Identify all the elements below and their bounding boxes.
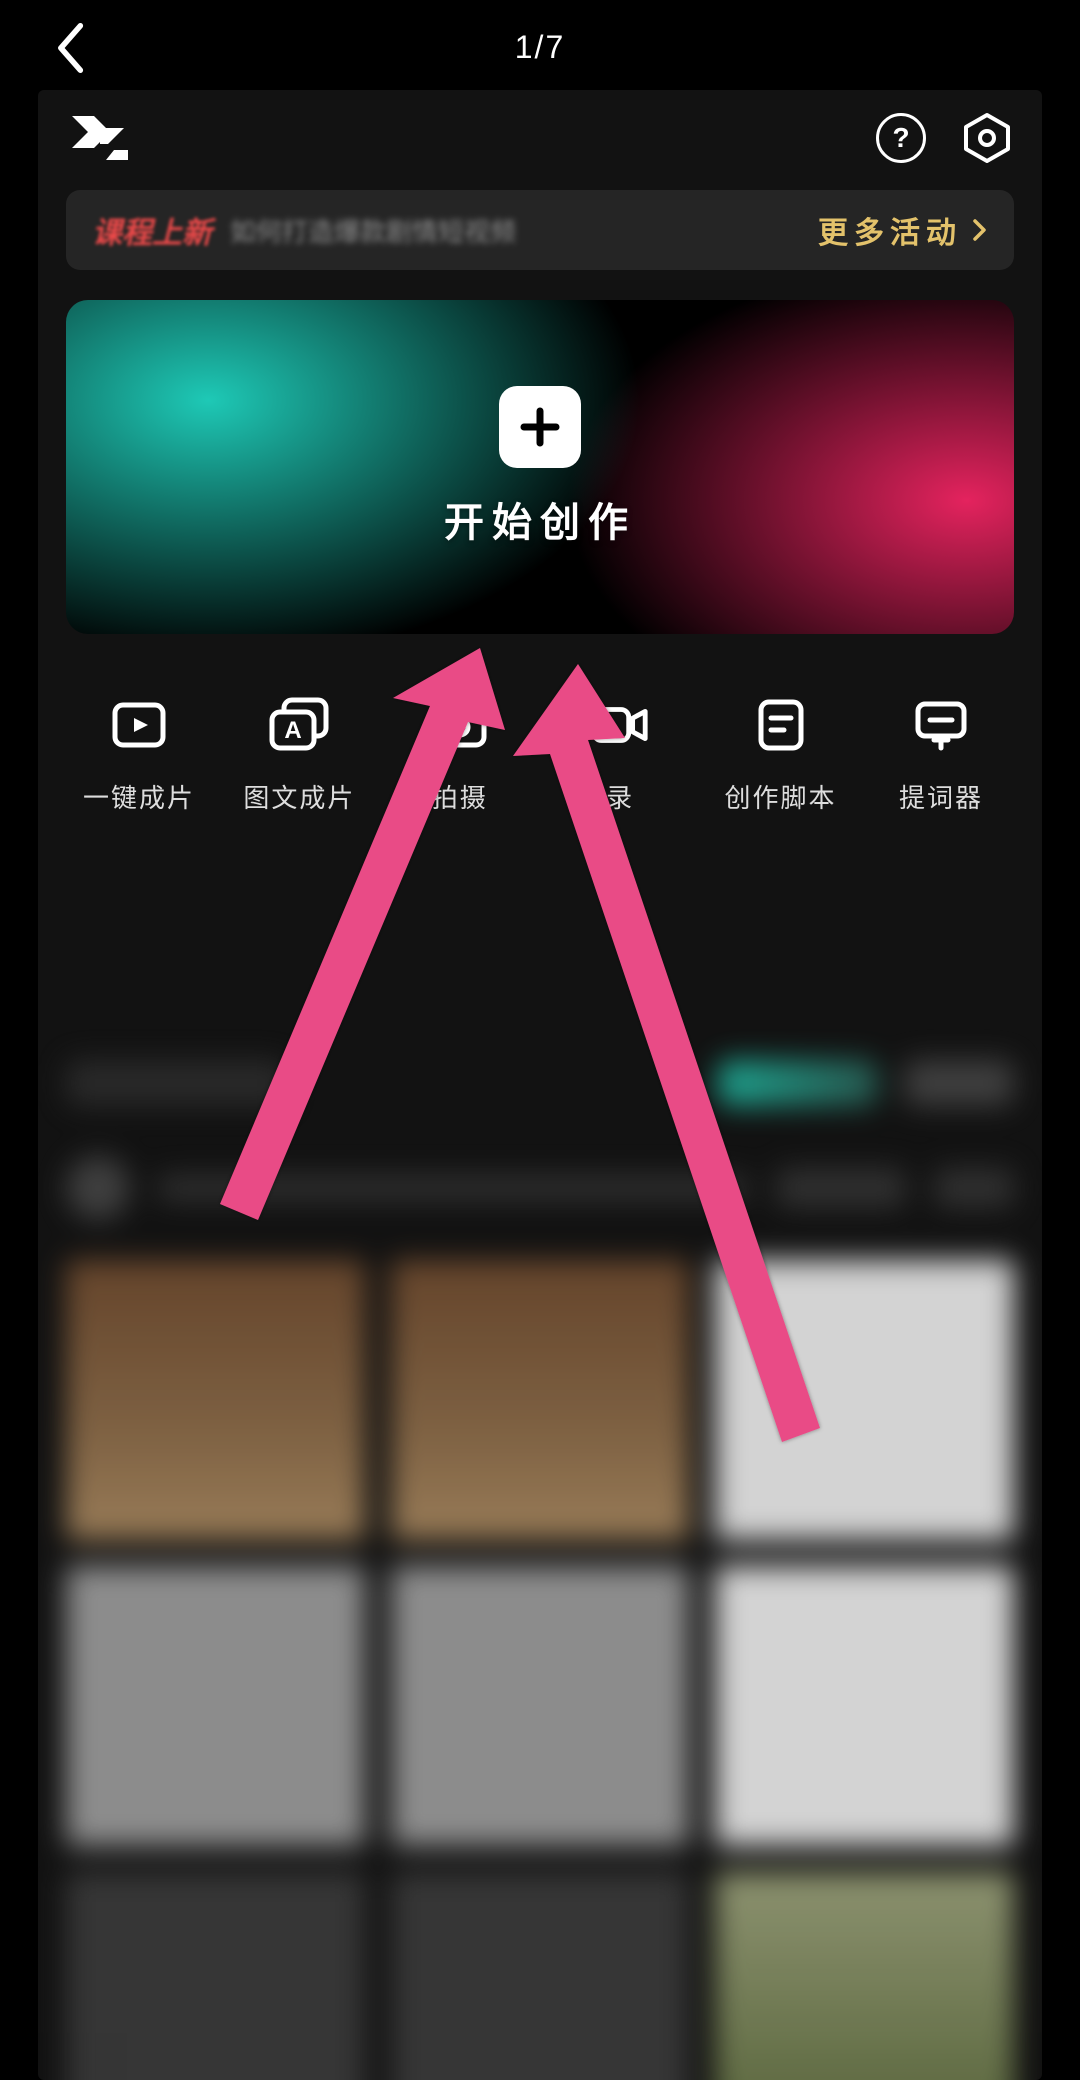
tool-one-click[interactable]: 一键成片 — [64, 694, 214, 815]
chevron-left-icon — [55, 23, 89, 73]
page-counter: 1/7 — [515, 29, 565, 66]
app-header: ? — [38, 90, 1042, 190]
project-thumb[interactable] — [66, 1566, 365, 1846]
teleprompter-icon — [910, 694, 972, 756]
start-create-card[interactable]: 开始创作 — [66, 300, 1014, 634]
banner-subtitle: 如何打造爆款剧情短视频 — [230, 212, 516, 249]
banner-more-link[interactable]: 更多活动 — [818, 208, 988, 252]
project-thumb[interactable] — [391, 1260, 690, 1540]
svg-text:A: A — [285, 717, 302, 744]
start-create-label: 开始创作 — [444, 490, 636, 548]
image-viewer-bar: 1/7 — [0, 0, 1080, 95]
tool-text-image[interactable]: A 图文成片 — [224, 694, 374, 815]
project-thumb[interactable] — [66, 1872, 365, 2080]
banner-badge: 课程上新 — [92, 208, 212, 252]
tool-row: 一键成片 A 图文成片 拍摄 录 创作脚本 — [38, 634, 1042, 815]
tool-script[interactable]: 创作脚本 — [706, 694, 856, 815]
settings-icon[interactable] — [960, 111, 1014, 165]
app-screenshot: ? 课程上新 如何打造爆款剧情短视频 更多活动 — [38, 90, 1042, 2080]
promo-banner[interactable]: 课程上新 如何打造爆款剧情短视频 更多活动 — [66, 190, 1014, 270]
chevron-right-icon — [972, 218, 988, 242]
tool-teleprompter[interactable]: 提词器 — [866, 694, 1016, 815]
script-icon — [750, 694, 812, 756]
video-record-icon — [589, 694, 651, 756]
project-thumb[interactable] — [391, 1566, 690, 1846]
project-thumb[interactable] — [715, 1260, 1014, 1540]
play-box-icon — [108, 694, 170, 756]
project-thumb[interactable] — [715, 1566, 1014, 1846]
app-logo-icon[interactable] — [66, 110, 134, 166]
text-card-icon: A — [268, 694, 330, 756]
tool-record[interactable]: 录 — [545, 694, 695, 815]
help-icon[interactable]: ? — [876, 113, 926, 163]
plus-icon — [499, 386, 581, 468]
blurred-gallery-area — [66, 1060, 1014, 2080]
tool-shoot[interactable]: 拍摄 — [385, 694, 535, 815]
back-button[interactable] — [55, 23, 89, 73]
project-thumb[interactable] — [66, 1260, 365, 1540]
project-thumb[interactable] — [391, 1872, 690, 2080]
camera-icon — [429, 694, 491, 756]
project-thumb[interactable] — [715, 1872, 1014, 2080]
